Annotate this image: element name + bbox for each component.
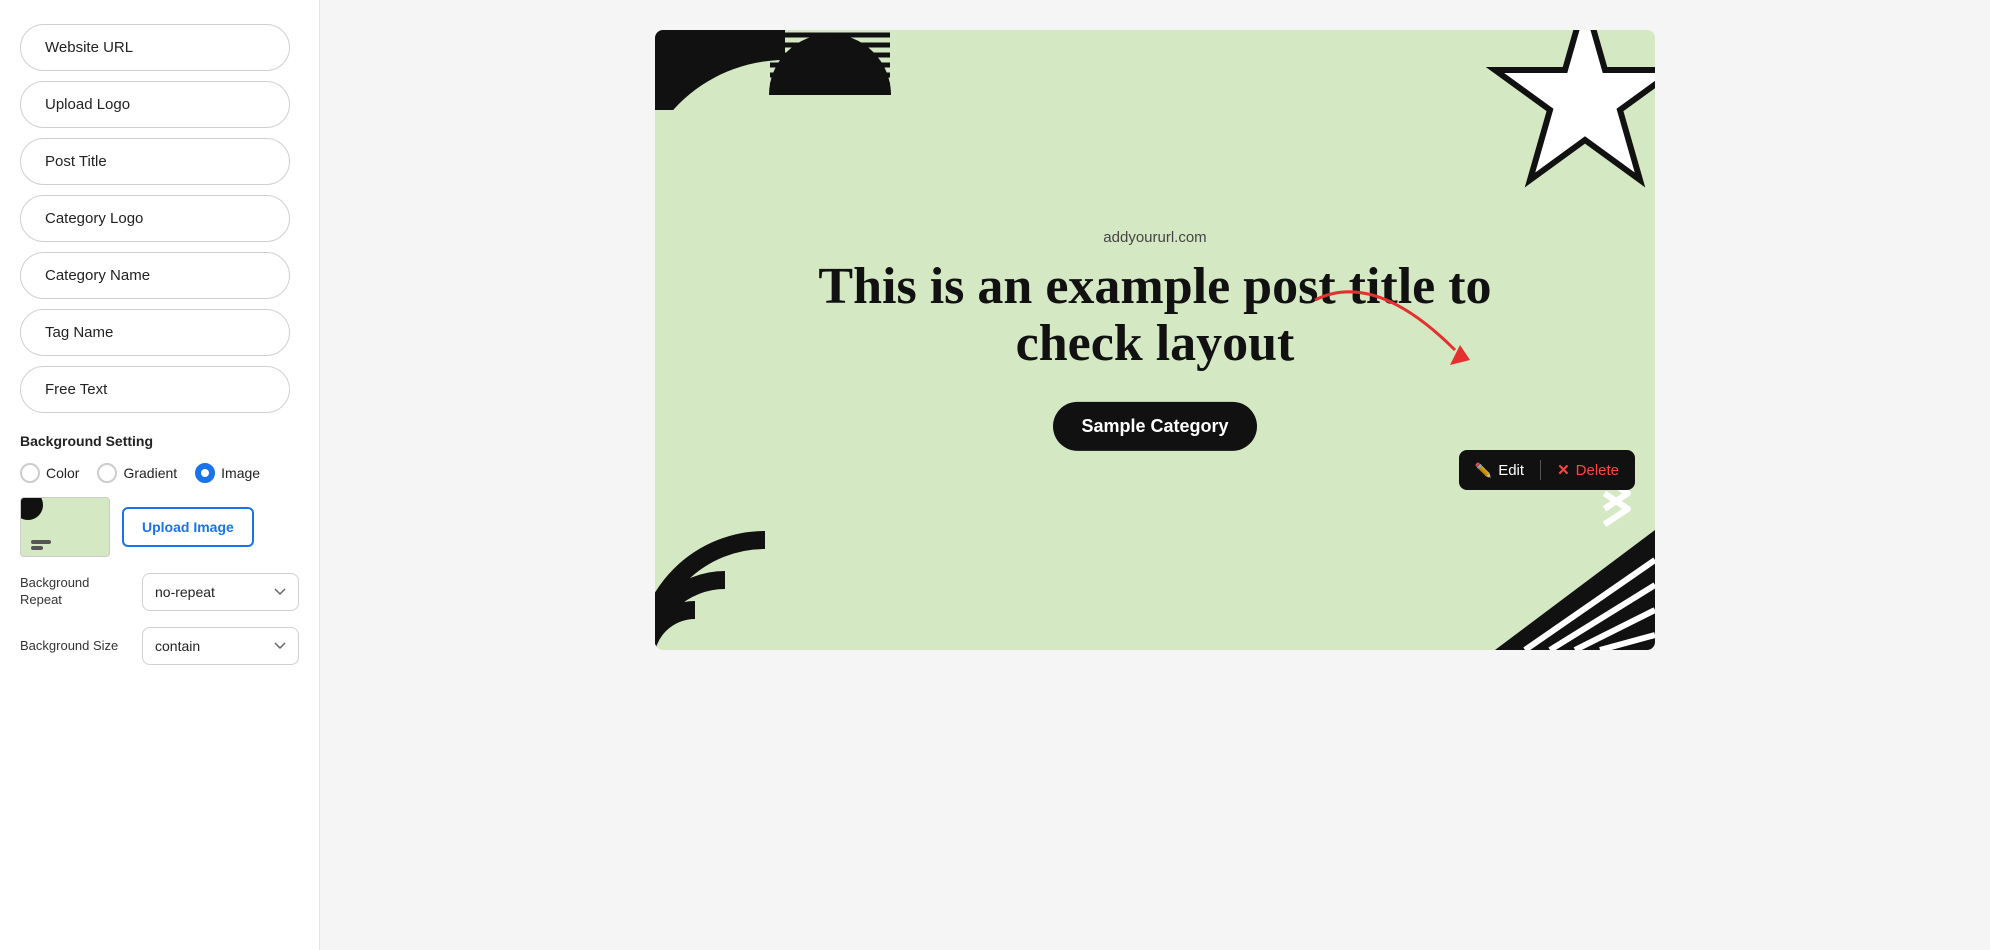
bg-size-select[interactable]: contain cover auto	[142, 627, 299, 665]
bg-size-label: Background Size	[20, 638, 130, 655]
radio-gradient-label: Gradient	[123, 465, 177, 481]
upload-logo-button[interactable]: Upload Logo	[20, 81, 290, 128]
tag-name-button[interactable]: Tag Name	[20, 309, 290, 356]
radio-gradient-circle	[97, 463, 117, 483]
post-title-button[interactable]: Post Title	[20, 138, 290, 185]
category-button[interactable]: Sample Category	[1053, 402, 1256, 451]
delete-x-icon: ✕	[1557, 461, 1570, 479]
card-title: This is an example post title to check l…	[805, 258, 1505, 372]
radio-image-circle	[195, 463, 215, 483]
radio-color-circle	[20, 463, 40, 483]
image-preview-row: Upload Image	[20, 497, 299, 557]
category-name-button[interactable]: Category Name	[20, 252, 290, 299]
radio-color-label: Color	[46, 465, 79, 481]
main-content: addyoururl.com This is an example post t…	[320, 0, 1990, 950]
edit-button[interactable]: ✏️ Edit	[1475, 462, 1538, 479]
radio-color[interactable]: Color	[20, 463, 79, 483]
toolbar-divider	[1540, 460, 1541, 480]
edit-icon: ✏️	[1475, 462, 1492, 479]
bg-repeat-label: Background Repeat	[20, 575, 130, 609]
radio-image-label: Image	[221, 465, 260, 481]
sidebar: Website URL Upload Logo Post Title Categ…	[0, 0, 320, 950]
deco-top-left-lines	[765, 30, 895, 160]
card-url: addyoururl.com	[805, 229, 1505, 246]
background-setting-label: Background Setting	[20, 433, 299, 449]
image-thumbnail	[20, 497, 110, 557]
bg-size-row: Background Size contain cover auto	[20, 627, 299, 665]
delete-button[interactable]: ✕ Delete	[1543, 461, 1619, 479]
free-text-button[interactable]: Free Text	[20, 366, 290, 413]
radio-gradient[interactable]: Gradient	[97, 463, 177, 483]
thumb-dash2	[31, 546, 43, 550]
thumb-dash1	[31, 540, 51, 544]
bg-repeat-select[interactable]: no-repeat repeat repeat-x repeat-y	[142, 573, 299, 611]
background-type-radio-group: Color Gradient Image	[20, 463, 299, 483]
category-logo-button[interactable]: Category Logo	[20, 195, 290, 242]
upload-image-button[interactable]: Upload Image	[122, 507, 254, 547]
website-url-button[interactable]: Website URL	[20, 24, 290, 71]
thumb-shape	[20, 497, 43, 520]
preview-card: addyoururl.com This is an example post t…	[655, 30, 1655, 650]
deco-bottom-right-stripes	[1395, 530, 1655, 650]
radio-image[interactable]: Image	[195, 463, 260, 483]
deco-bottom-left-arc	[655, 500, 805, 650]
edit-delete-toolbar: ✏️ Edit ✕ Delete	[1459, 450, 1635, 490]
bg-repeat-row: Background Repeat no-repeat repeat repea…	[20, 573, 299, 611]
delete-label: Delete	[1576, 462, 1619, 479]
edit-label: Edit	[1498, 462, 1524, 479]
deco-top-right-star	[1485, 30, 1655, 200]
card-center: addyoururl.com This is an example post t…	[805, 229, 1505, 451]
